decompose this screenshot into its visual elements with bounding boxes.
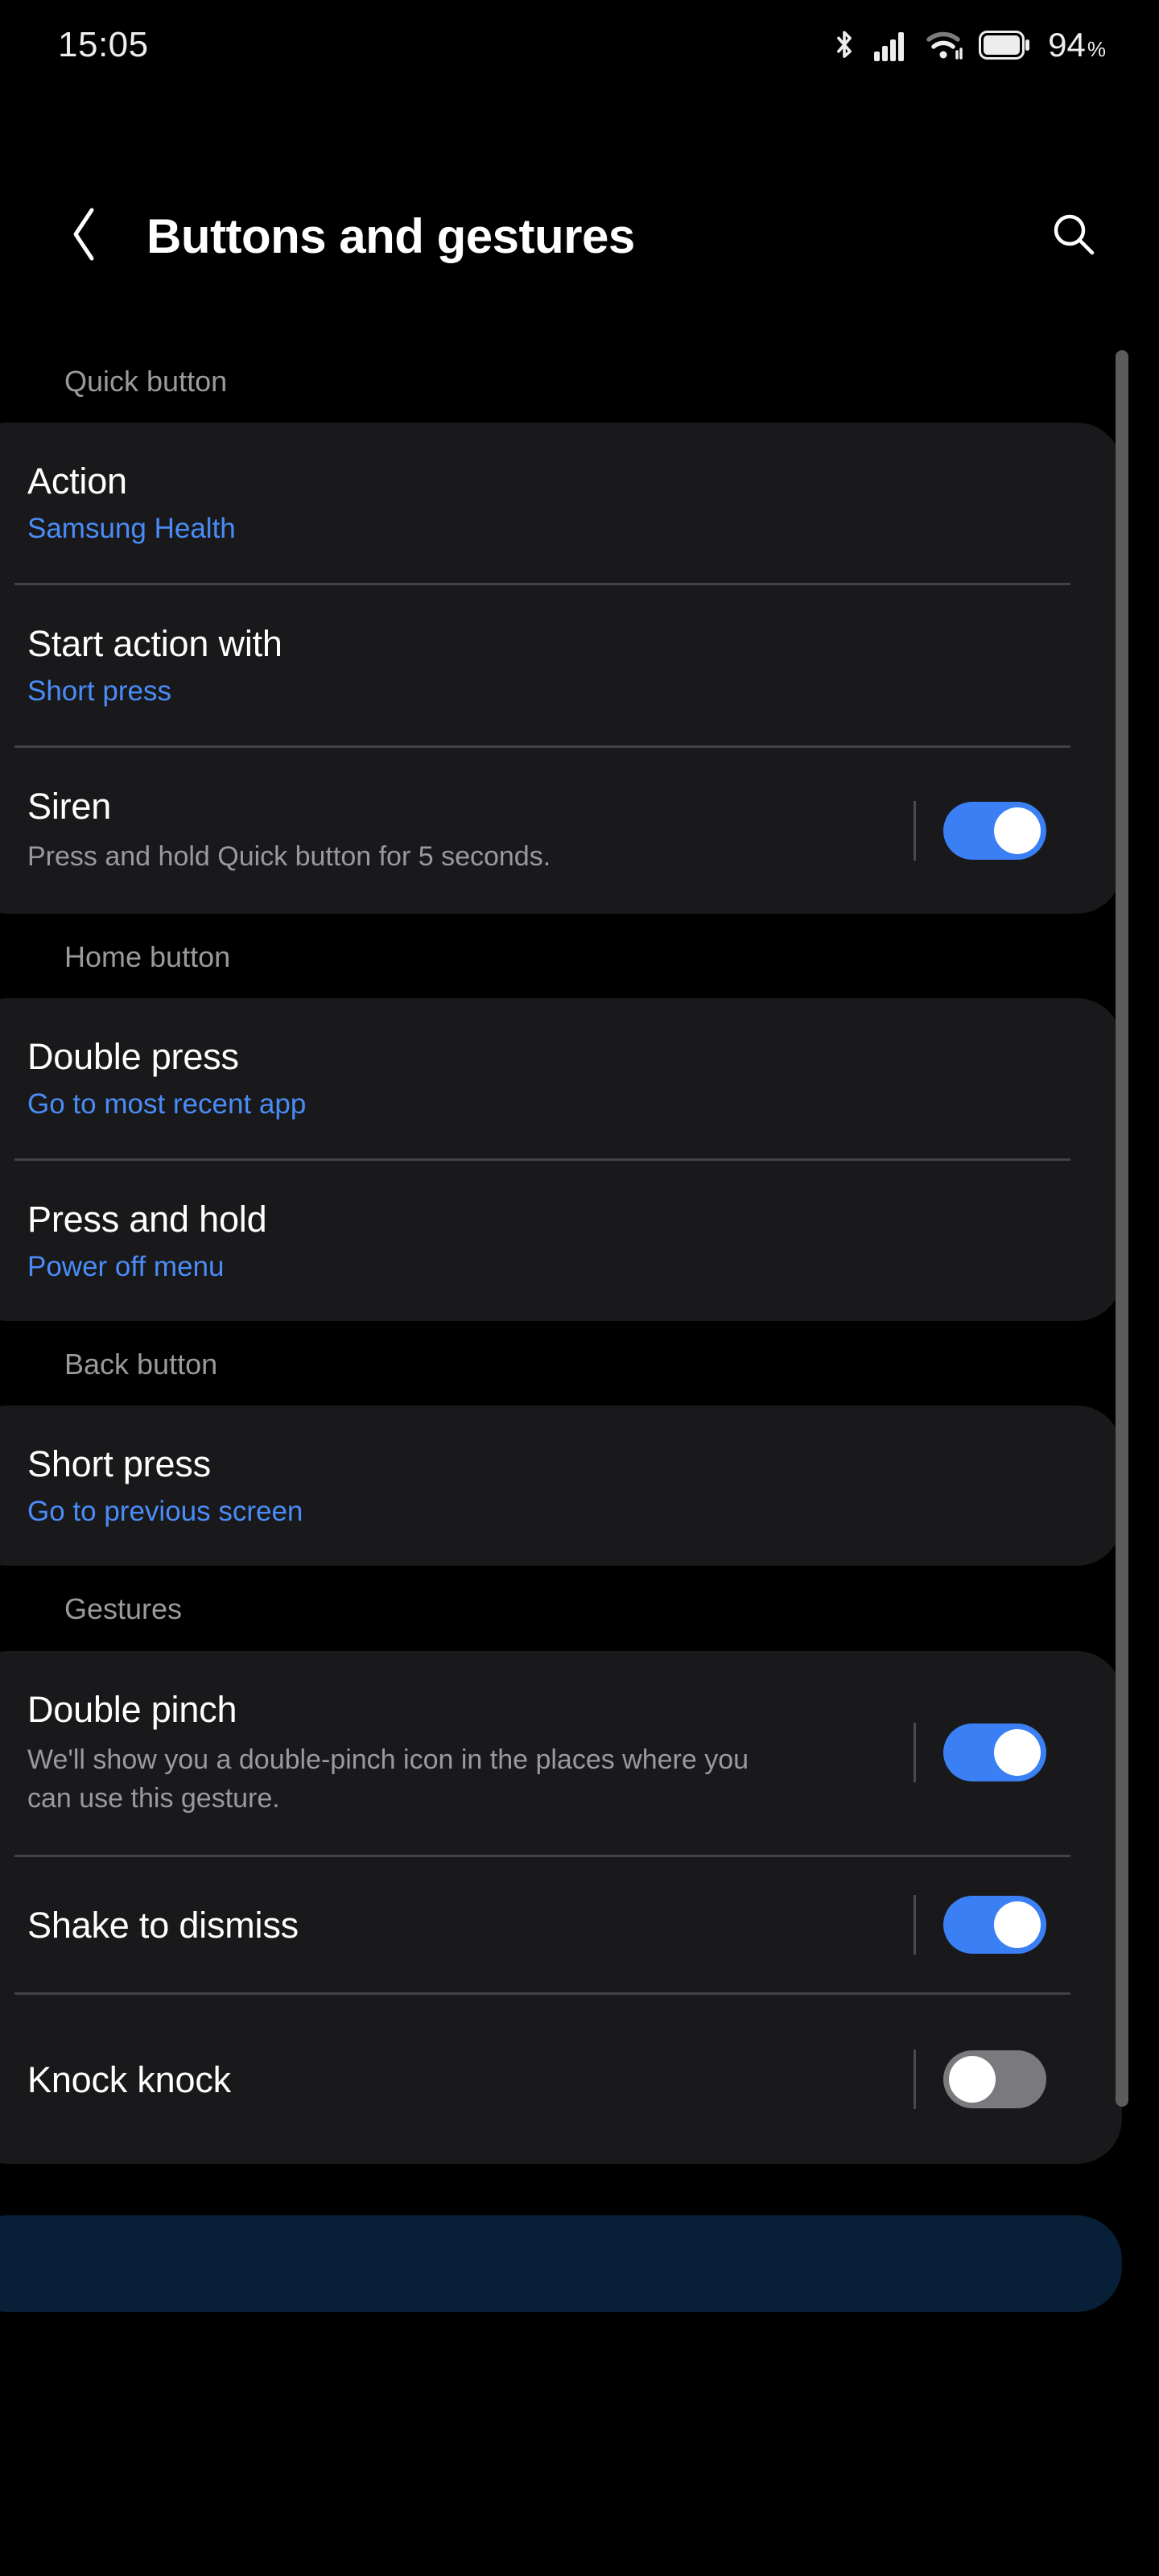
toggle-separator [914, 1723, 916, 1783]
row-texts: Shake to dismiss [27, 1904, 893, 1946]
row-value: Go to most recent app [27, 1088, 307, 1121]
settings-list[interactable]: Quick button Action Samsung Health Start… [0, 338, 1159, 2576]
card-quick-button: Action Samsung Health Start action with … [0, 423, 1122, 914]
knock-knock-toggle[interactable] [943, 2050, 1046, 2109]
row-description: We'll show you a double-pinch icon in th… [27, 1744, 749, 1814]
toggle-separator [914, 2050, 916, 2110]
row-value: Go to previous screen [27, 1496, 303, 1528]
card-back-button: Short press Go to previous screen [0, 1406, 1122, 1567]
toggle-separator [914, 801, 916, 861]
row-title: Action [27, 460, 127, 502]
vertical-scrollbar[interactable] [1116, 350, 1128, 2107]
row-knock-knock[interactable]: Knock knock [0, 1995, 1122, 2164]
shake-to-dismiss-toggle[interactable] [943, 1896, 1046, 1955]
toggle-wrap [914, 801, 1046, 861]
bluetooth-icon [829, 27, 860, 63]
row-value: Short press [27, 675, 171, 708]
toggle-separator [914, 1895, 916, 1955]
status-clock: 15:05 [58, 25, 149, 64]
row-texts: Action Samsung Health [27, 460, 1046, 546]
chevron-left-icon [68, 206, 103, 266]
row-double-press[interactable]: Double press Go to most recent app [0, 998, 1122, 1158]
section-header-quick-button: Quick button [64, 365, 228, 398]
row-short-press[interactable]: Short press Go to previous screen [0, 1406, 1122, 1566]
double-pinch-toggle[interactable] [943, 1724, 1046, 1782]
siren-toggle[interactable] [943, 802, 1046, 861]
row-shake-to-dismiss[interactable]: Shake to dismiss [0, 1857, 1122, 1992]
row-texts: Siren Press and hold Quick button for 5 … [27, 785, 893, 876]
row-texts: Press and hold Power off menu [27, 1198, 1046, 1284]
card-home-button: Double press Go to most recent app Press… [0, 997, 1122, 1322]
row-texts: Knock knock [27, 2058, 893, 2101]
row-double-pinch[interactable]: Double pinch We'll show you a double-pin… [0, 1651, 1122, 1856]
app-bar: Buttons and gestures [0, 184, 1159, 288]
toggle-knob [994, 1901, 1041, 1949]
page-title: Buttons and gestures [146, 208, 635, 263]
battery-icon [979, 31, 1030, 60]
battery-percentage-value: 94 [1048, 26, 1086, 64]
card-gestures: Double pinch We'll show you a double-pin… [0, 1650, 1122, 2165]
row-texts: Short press Go to previous screen [27, 1443, 1046, 1529]
section-header-gestures: Gestures [64, 1592, 183, 1626]
row-title: Double press [27, 1035, 239, 1077]
percent-symbol: % [1087, 37, 1106, 61]
toggle-knob [994, 807, 1041, 855]
toggle-knob [949, 2056, 996, 2103]
toggle-knob [994, 1729, 1041, 1777]
cellular-signal-icon [874, 29, 911, 61]
row-action[interactable]: Action Samsung Health [0, 423, 1122, 583]
wifi-icon [926, 29, 964, 61]
row-title: Start action with [27, 623, 283, 665]
settings-screen: 15:05 94 % Buttons and gestures Quick bu… [0, 0, 1159, 2576]
battery-percentage: 94% [1048, 28, 1106, 62]
row-description: Press and hold Quick button for 5 second… [27, 841, 551, 873]
section-header-home-button: Home button [64, 939, 231, 973]
row-title: Siren [27, 786, 112, 828]
row-title: Knock knock [27, 2058, 231, 2100]
toggle-wrap [914, 2050, 1046, 2110]
row-value: Samsung Health [27, 513, 236, 545]
status-bar-icons: 94% [829, 27, 1106, 63]
status-bar: 15:05 94 % [0, 0, 1159, 90]
row-title: Short press [27, 1443, 211, 1485]
row-texts: Start action with Short press [27, 622, 1046, 708]
row-siren[interactable]: Siren Press and hold Quick button for 5 … [0, 748, 1122, 913]
row-texts: Double pinch We'll show you a double-pin… [27, 1688, 893, 1818]
row-start-action-with[interactable]: Start action with Short press [0, 585, 1122, 745]
toggle-wrap [914, 1723, 1046, 1783]
row-press-and-hold[interactable]: Press and hold Power off menu [0, 1161, 1122, 1321]
row-texts: Double press Go to most recent app [27, 1035, 1046, 1121]
row-title: Shake to dismiss [27, 1904, 299, 1946]
back-button[interactable] [50, 200, 121, 271]
search-button[interactable] [1037, 199, 1111, 273]
section-header-back-button: Back button [64, 1348, 218, 1381]
row-value: Power off menu [27, 1251, 225, 1283]
toggle-wrap [914, 1895, 1046, 1955]
row-title: Double pinch [27, 1688, 237, 1730]
card-next-section-peek[interactable] [0, 2215, 1122, 2313]
search-icon [1050, 211, 1097, 262]
row-title: Press and hold [27, 1199, 267, 1241]
